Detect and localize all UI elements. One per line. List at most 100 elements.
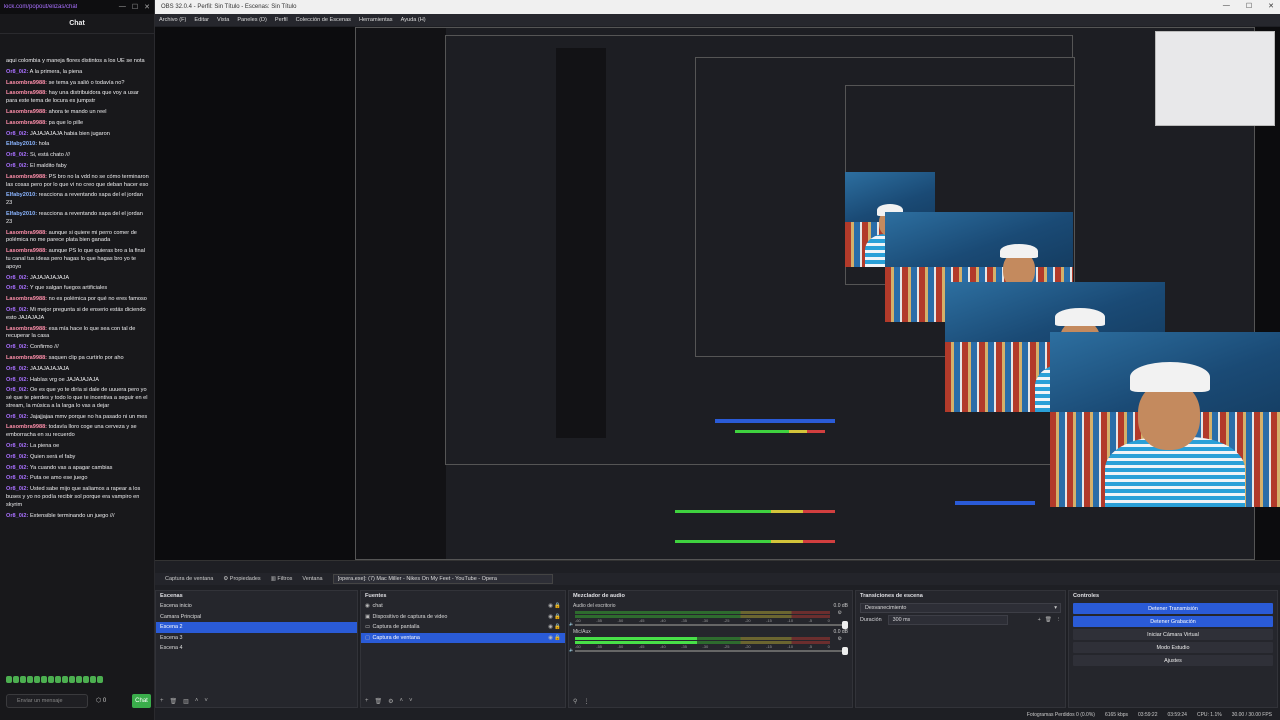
minimize-icon[interactable]: —: [119, 3, 126, 11]
control-button[interactable]: Iniciar Cámara Virtual: [1073, 629, 1273, 640]
chat-username[interactable]: Lasombra9988:: [6, 355, 47, 361]
chat-username[interactable]: Or8_0i2:: [6, 387, 28, 393]
emote-icon[interactable]: [62, 676, 68, 683]
chat-username[interactable]: Or8_0i2:: [6, 454, 28, 460]
menu-item[interactable]: Herramientas: [359, 17, 393, 23]
chat-username[interactable]: Elfaby2010:: [6, 141, 37, 147]
chat-username[interactable]: Or8_0i2:: [6, 275, 28, 281]
chat-username[interactable]: Lasombra9988:: [6, 90, 47, 96]
scene-item[interactable]: Escena 4: [156, 643, 357, 654]
trash-icon[interactable]: 🗑: [375, 698, 383, 705]
source-item[interactable]: ▢ Captura de ventana ◉ 🔒: [361, 632, 565, 643]
gear-icon[interactable]: ⚙: [838, 636, 842, 642]
lock-icon[interactable]: 🔒: [554, 635, 561, 641]
chat-username[interactable]: Or8_0i2:: [6, 307, 28, 313]
duration-input[interactable]: 300 ms: [887, 615, 1008, 625]
volume-slider[interactable]: [575, 647, 848, 655]
gear-icon[interactable]: ⚙: [838, 610, 842, 616]
chat-username[interactable]: Lasombra9988:: [6, 109, 47, 115]
chat-username[interactable]: Lasombra9988:: [6, 174, 47, 180]
emote-icon[interactable]: [34, 676, 40, 683]
chat-username[interactable]: Elfaby2010:: [6, 192, 37, 198]
lock-icon[interactable]: 🔒: [554, 603, 561, 609]
filters-button[interactable]: ▥ Filtros: [271, 576, 293, 582]
source-item[interactable]: ◉ chat ◉ 🔒: [361, 601, 565, 612]
chat-username[interactable]: Or8_0i2:: [6, 344, 28, 350]
trash-icon[interactable]: 🗑: [170, 698, 178, 705]
maximize-icon[interactable]: ☐: [1246, 2, 1252, 10]
emote-icon[interactable]: [27, 676, 33, 683]
close-icon[interactable]: ✕: [1268, 2, 1274, 10]
chat-username[interactable]: Or8_0i2:: [6, 443, 28, 449]
chat-username[interactable]: Or8_0i2:: [6, 475, 28, 481]
speaker-icon[interactable]: 🔈: [569, 621, 574, 626]
scene-item[interactable]: Escena inicio: [156, 601, 357, 612]
chat-username[interactable]: Lasombra9988:: [6, 80, 47, 86]
chat-username[interactable]: Or8_0i2:: [6, 152, 28, 158]
source-item[interactable]: ▣ Dispositivo de captura de video ◉ 🔒: [361, 612, 565, 623]
chat-message-input[interactable]: Enviar un mensaje: [6, 694, 88, 708]
menu-item[interactable]: Archivo (F): [159, 17, 186, 23]
scene-item[interactable]: Escena 2: [156, 622, 357, 633]
lock-icon[interactable]: 🔒: [554, 624, 561, 630]
scene-item[interactable]: Camara Principal: [156, 612, 357, 623]
source-item[interactable]: ▭ Captura de pantalla ◉ 🔒: [361, 622, 565, 633]
more-icon[interactable]: ⋮: [583, 698, 589, 705]
emote-icon[interactable]: [13, 676, 19, 683]
menu-item[interactable]: Colección de Escenas: [296, 17, 351, 23]
chat-send-button[interactable]: Chat: [132, 694, 151, 708]
maximize-icon[interactable]: ☐: [132, 3, 138, 11]
filter-icon[interactable]: ▥: [183, 698, 189, 705]
control-button[interactable]: Modo Estudio: [1073, 642, 1273, 653]
control-button[interactable]: Detener Transmisión: [1073, 603, 1273, 614]
add-icon[interactable]: +: [1038, 617, 1041, 623]
chat-username[interactable]: Elfaby2010:: [6, 211, 37, 217]
chat-username[interactable]: Or8_0i2:: [6, 69, 28, 75]
emote-icon[interactable]: [20, 676, 26, 683]
menu-item[interactable]: Vista: [217, 17, 229, 23]
more-icon[interactable]: ⋮: [1056, 617, 1061, 623]
emote-icon[interactable]: [97, 676, 103, 683]
chat-username[interactable]: Or8_0i2:: [6, 513, 28, 519]
chevron-down-icon[interactable]: ˅: [409, 698, 413, 705]
chevron-up-icon[interactable]: ˄: [195, 698, 199, 705]
add-icon[interactable]: +: [365, 698, 369, 705]
link-icon[interactable]: ⚲: [573, 698, 577, 705]
minimize-icon[interactable]: —: [1223, 2, 1230, 10]
preview-canvas[interactable]: [155, 27, 1280, 560]
volume-knob[interactable]: [842, 647, 848, 655]
emote-icon[interactable]: [6, 676, 12, 683]
chat-username[interactable]: Lasombra9988:: [6, 424, 47, 430]
chevron-down-icon[interactable]: ˅: [204, 698, 208, 705]
chat-username[interactable]: Or8_0i2:: [6, 131, 28, 137]
menu-item[interactable]: Ayuda (H): [401, 17, 426, 23]
emote-icon[interactable]: [55, 676, 61, 683]
gear-icon[interactable]: ⚙: [388, 698, 393, 705]
emote-icon[interactable]: [48, 676, 54, 683]
chat-username[interactable]: Lasombra9988:: [6, 120, 47, 126]
emote-icon[interactable]: [90, 676, 96, 683]
control-button[interactable]: Detener Grabación: [1073, 616, 1273, 627]
chat-username[interactable]: Or8_0i2:: [6, 414, 28, 420]
volume-slider[interactable]: [575, 621, 848, 629]
emote-icon[interactable]: [69, 676, 75, 683]
chat-username[interactable]: Or8_0i2:: [6, 377, 28, 383]
transition-select[interactable]: Desvanecimiento: [860, 603, 1061, 613]
channel-points[interactable]: ⬡ 0: [96, 697, 106, 704]
chat-username[interactable]: Lasombra9988:: [6, 326, 47, 332]
window-select[interactable]: [opera.exe]: (7) Mac Miller - Nikes On M…: [332, 574, 553, 584]
lock-icon[interactable]: 🔒: [554, 614, 561, 620]
emote-icon[interactable]: [76, 676, 82, 683]
chat-username[interactable]: Or8_0i2:: [6, 465, 28, 471]
emote-icon[interactable]: [83, 676, 89, 683]
chevron-up-icon[interactable]: ˄: [400, 698, 404, 705]
chat-username[interactable]: Lasombra9988:: [6, 248, 47, 254]
chat-username[interactable]: Or8_0i2:: [6, 163, 28, 169]
speaker-icon[interactable]: 🔈: [569, 647, 574, 652]
chat-username[interactable]: Or8_0i2:: [6, 285, 28, 291]
scene-item[interactable]: Escena 3: [156, 633, 357, 644]
chat-username[interactable]: Lasombra9988:: [6, 296, 47, 302]
chat-username[interactable]: Lasombra9988:: [6, 230, 47, 236]
chat-username[interactable]: Or8_0i2:: [6, 366, 28, 372]
menu-item[interactable]: Perfil: [275, 17, 288, 23]
